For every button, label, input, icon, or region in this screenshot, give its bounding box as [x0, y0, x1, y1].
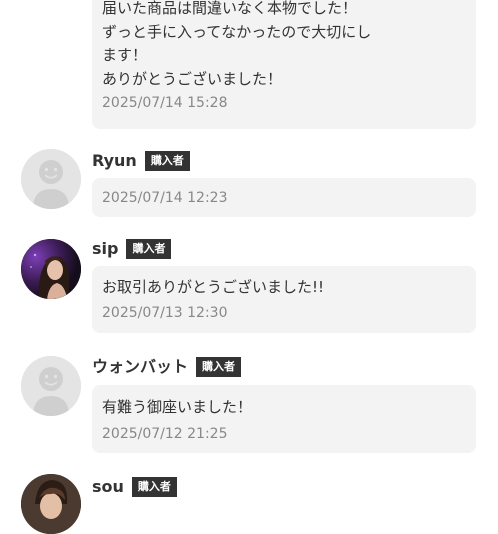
review-message-line: ずっと手に入ってなかったので大切にし — [102, 22, 372, 41]
default-person-icon — [21, 149, 81, 209]
buyer-badge: 購入者 — [144, 151, 190, 171]
user-photo-icon — [21, 474, 81, 534]
username[interactable]: Ryun — [92, 151, 137, 171]
buyer-badge: 購入者 — [131, 477, 177, 497]
user-photo-icon — [21, 239, 81, 299]
review-header: Ryun 購入者 — [92, 150, 190, 172]
default-person-icon — [21, 356, 81, 416]
review-header: sou 購入者 — [92, 476, 177, 498]
review-timestamp: 2025/07/13 12:30 — [102, 304, 228, 321]
review-header: ウォンバット 購入者 — [92, 356, 242, 378]
review-message-line: 届いた商品は間違いなく本物でした！ — [102, 0, 358, 17]
review-message-bubble: 有難う御座いました！ 2025/07/12 21:25 — [92, 385, 476, 453]
review-message-line: 有難う御座いました！ — [102, 398, 253, 416]
review-message-line: お取引ありがとうございました!! — [102, 278, 325, 296]
avatar[interactable] — [21, 474, 81, 534]
review-header: sip 購入者 — [92, 238, 172, 260]
review-message-line: ありがとうございました！ — [102, 69, 283, 88]
buyer-badge: 購入者 — [196, 357, 242, 377]
review-message-bubble: お取引ありがとうございました!! 2025/07/13 12:30 — [92, 266, 476, 333]
review-message-line: ます！ — [102, 46, 148, 64]
avatar[interactable] — [21, 149, 81, 209]
review-timestamp: 2025/07/14 15:28 — [102, 95, 228, 111]
username[interactable]: sip — [92, 239, 118, 259]
avatar[interactable] — [21, 356, 81, 416]
buyer-badge: 購入者 — [126, 239, 172, 259]
username[interactable]: ウォンバット — [92, 357, 188, 377]
review-timestamp: 2025/07/12 21:25 — [102, 425, 228, 442]
review-message-bubble: 2025/07/14 12:23 — [92, 178, 476, 217]
review-timestamp: 2025/07/14 12:23 — [102, 190, 228, 206]
avatar[interactable] — [21, 239, 81, 299]
username[interactable]: sou — [92, 477, 124, 497]
review-message-bubble: 届いた商品は間違いなく本物でした！ ずっと手に入ってなかったので大切にし ます！… — [92, 0, 476, 129]
